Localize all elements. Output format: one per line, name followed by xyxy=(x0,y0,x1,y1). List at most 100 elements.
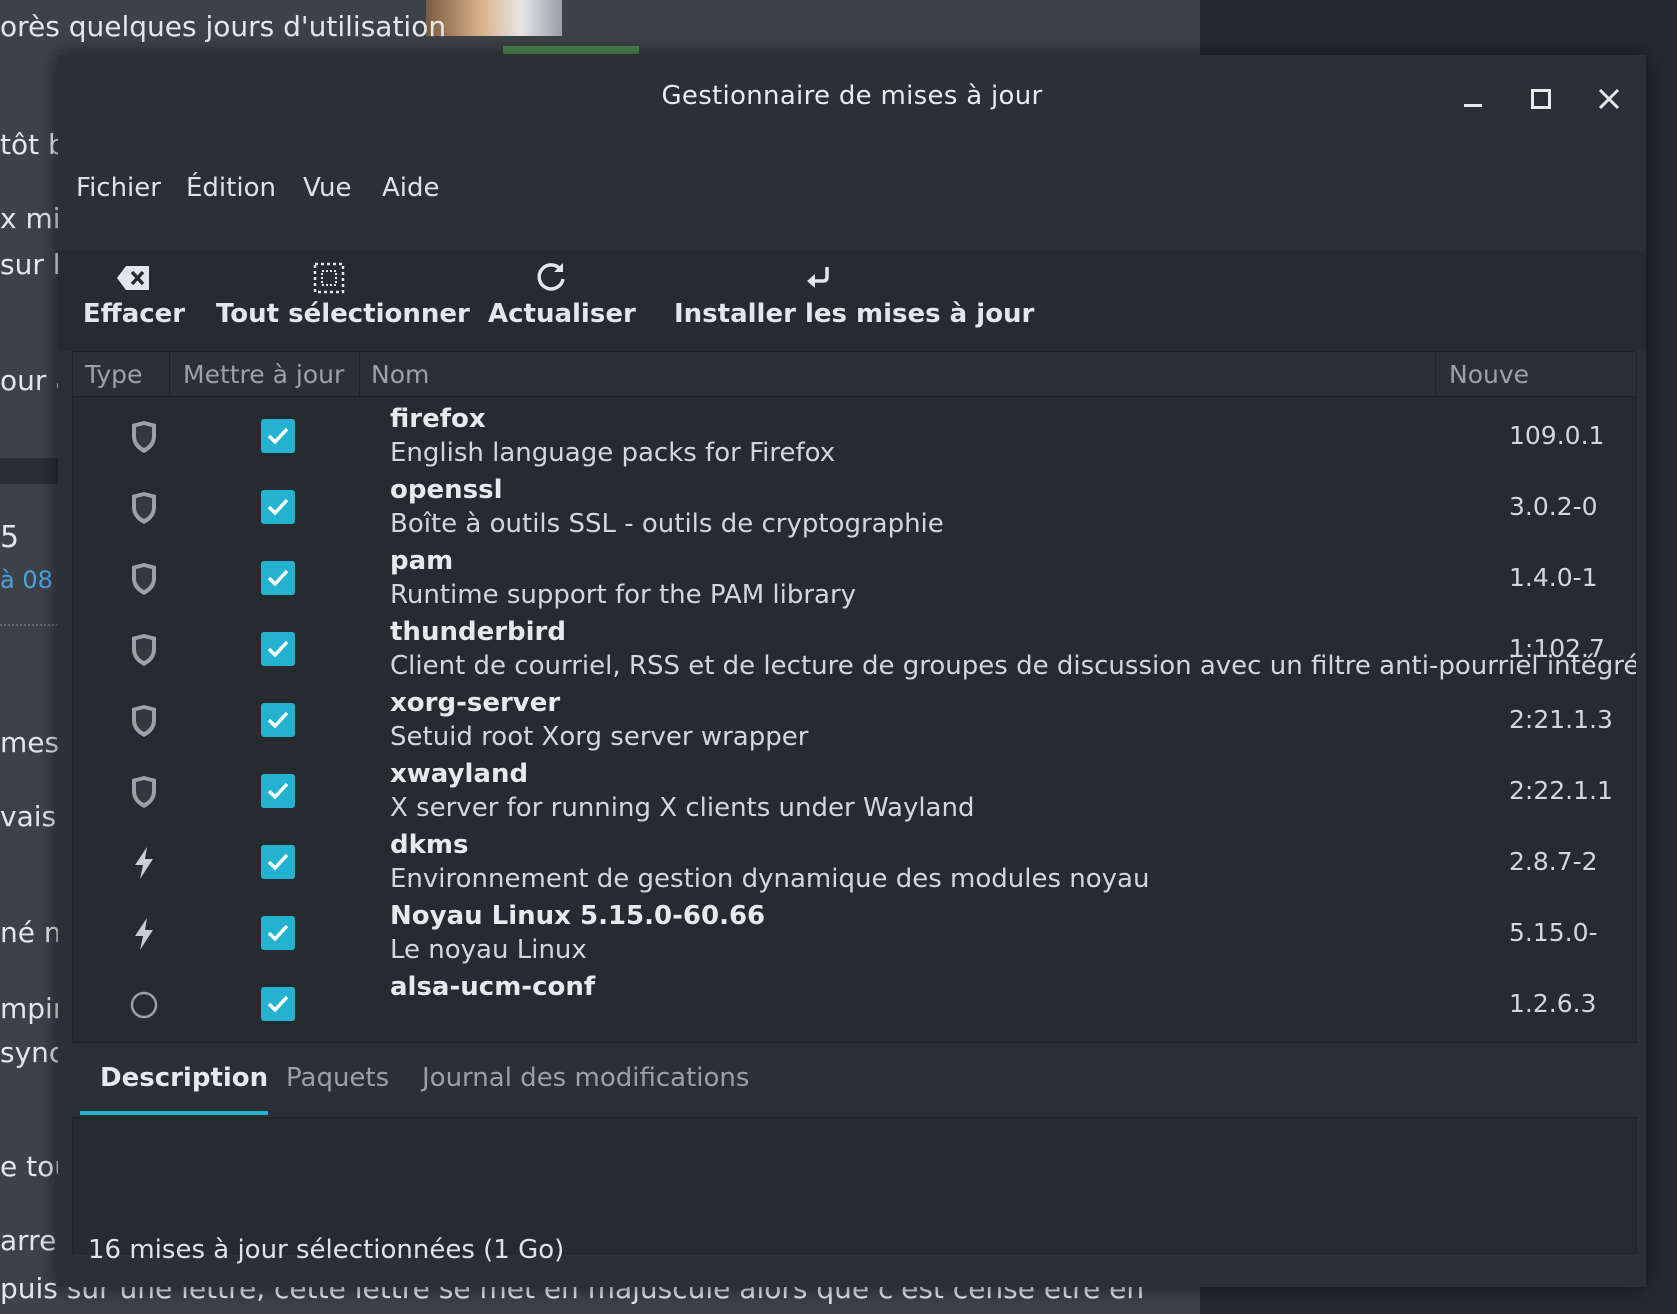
checkmark-icon xyxy=(267,853,289,871)
update-row[interactable]: pam Runtime support for the PAM library 1.… xyxy=(73,540,1636,616)
update-row[interactable]: thunderbird Client de courriel, RSS et de… xyxy=(73,611,1636,687)
update-row[interactable]: Noyau Linux 5.15.0-60.66 Le noyau Linux 5.… xyxy=(73,895,1636,971)
update-row[interactable]: firefox English language packs for Firefo… xyxy=(73,398,1636,474)
checkmark-icon xyxy=(267,640,289,658)
package-new-version: 3.0.2-0 xyxy=(1509,492,1598,521)
menu-fichier[interactable]: Fichier xyxy=(76,173,161,203)
column-update[interactable]: Mettre à jour xyxy=(183,360,344,389)
update-manager-window: Gestionnaire de mises à jour Fichier Édi… xyxy=(58,55,1646,1287)
update-row[interactable]: openssl Boîte à outils SSL - outils de cr… xyxy=(73,469,1636,545)
package-description: English language packs for Firefox xyxy=(390,438,836,468)
package-name: firefox xyxy=(390,404,486,434)
update-checkbox[interactable] xyxy=(261,987,295,1021)
background-text-line: tôt b xyxy=(0,128,66,161)
package-new-version: 109.0.1 xyxy=(1509,421,1605,450)
column-type[interactable]: Type xyxy=(85,360,142,389)
package-description: Le noyau Linux xyxy=(390,935,587,965)
background-text-line: arre xyxy=(0,1224,57,1257)
background-dotted-rule xyxy=(0,624,58,626)
shield-icon xyxy=(129,775,159,809)
checkmark-icon xyxy=(267,924,289,942)
background-date-link[interactable]: à 08 xyxy=(0,566,53,594)
tab-paquets[interactable]: Paquets xyxy=(286,1063,389,1093)
active-tab-indicator xyxy=(80,1111,268,1115)
toolbar: Effacer Tout sélectionner Actualiser Ins… xyxy=(58,251,1646,351)
checkmark-icon xyxy=(267,498,289,516)
package-new-version: 1.2.6.3 xyxy=(1509,989,1597,1018)
close-icon xyxy=(1598,88,1620,110)
close-button[interactable] xyxy=(1587,77,1631,121)
select-all-icon xyxy=(313,262,345,294)
shield-icon xyxy=(129,633,159,667)
updates-list[interactable]: Type Mettre à jour Nom Nouve firefox Engl… xyxy=(72,351,1637,1043)
update-checkbox[interactable] xyxy=(261,774,295,808)
menu-vue[interactable]: Vue xyxy=(303,173,352,203)
update-row[interactable]: xwayland X server for running X clients u… xyxy=(73,753,1636,829)
menu-aide[interactable]: Aide xyxy=(382,173,440,203)
package-description: Client de courriel, RSS et de lecture de… xyxy=(390,651,1637,681)
column-separator xyxy=(169,352,170,396)
package-new-version: 5.15.0- xyxy=(1509,918,1598,947)
update-checkbox[interactable] xyxy=(261,703,295,737)
refresh-icon xyxy=(537,263,565,291)
minimize-icon xyxy=(1464,104,1482,107)
status-text: 16 mises à jour sélectionnées (1 Go) xyxy=(88,1235,565,1265)
package-description: Runtime support for the PAM library xyxy=(390,580,857,610)
package-name: thunderbird xyxy=(390,617,566,647)
refresh-label: Actualiser xyxy=(488,299,636,329)
update-row[interactable]: xorg-server Setuid root Xorg server wrapp… xyxy=(73,682,1636,758)
package-new-version: 1:102.7 xyxy=(1509,634,1605,663)
shield-icon xyxy=(129,704,159,738)
package-name: dkms xyxy=(390,830,469,860)
background-text-line: mes xyxy=(0,726,60,759)
column-separator xyxy=(1435,352,1436,396)
column-name[interactable]: Nom xyxy=(371,360,429,389)
circle-icon xyxy=(129,988,159,1022)
background-text-line: orès quelques jours d'utilisation xyxy=(0,10,447,43)
update-checkbox[interactable] xyxy=(261,916,295,950)
menu-edition[interactable]: Édition xyxy=(186,173,276,203)
package-name: xwayland xyxy=(390,759,529,789)
backspace-icon xyxy=(117,266,149,290)
background-text-line: mpir xyxy=(0,992,65,1025)
refresh-button[interactable]: Actualiser xyxy=(488,251,636,351)
menubar: Fichier Édition Vue Aide xyxy=(58,143,1646,251)
column-new-version[interactable]: Nouve xyxy=(1449,360,1529,389)
checkmark-icon xyxy=(267,995,289,1013)
clear-button[interactable]: Effacer xyxy=(72,251,196,351)
checkmark-icon xyxy=(267,782,289,800)
column-separator xyxy=(359,352,360,396)
select-all-button[interactable]: Tout sélectionner xyxy=(216,251,470,351)
update-checkbox[interactable] xyxy=(261,490,295,524)
package-name: openssl xyxy=(390,475,503,505)
titlebar[interactable]: Gestionnaire de mises à jour xyxy=(58,55,1646,143)
maximize-button[interactable] xyxy=(1519,77,1563,121)
package-new-version: 2:22.1.1 xyxy=(1509,776,1613,805)
package-description: Environnement de gestion dynamique des m… xyxy=(390,864,1150,894)
checkmark-icon xyxy=(267,569,289,587)
tab-description[interactable]: Description xyxy=(100,1063,268,1093)
update-row[interactable]: alsa-ucm-conf 1.2.6.3 xyxy=(73,966,1636,1042)
package-name: pam xyxy=(390,546,454,576)
package-description: X server for running X clients under Way… xyxy=(390,793,975,823)
clear-label: Effacer xyxy=(82,299,186,329)
tab-journal[interactable]: Journal des modifications xyxy=(422,1063,749,1093)
package-name: alsa-ucm-conf xyxy=(390,972,596,1002)
background-text-line: sync xyxy=(0,1036,65,1069)
update-checkbox[interactable] xyxy=(261,845,295,879)
minimize-button[interactable] xyxy=(1451,77,1495,121)
install-updates-button[interactable]: Installer les mises à jour xyxy=(674,251,1035,351)
package-name: xorg-server xyxy=(390,688,561,718)
list-header: Type Mettre à jour Nom Nouve xyxy=(73,352,1636,397)
maximize-icon xyxy=(1531,89,1551,109)
package-new-version: 1.4.0-1 xyxy=(1509,563,1598,592)
install-label: Installer les mises à jour xyxy=(674,299,1035,329)
background-text-line: 5 xyxy=(0,520,20,555)
package-new-version: 2:21.1.3 xyxy=(1509,705,1613,734)
update-checkbox[interactable] xyxy=(261,632,295,666)
detail-tabs: Description Paquets Journal des modifica… xyxy=(72,1045,1635,1117)
update-checkbox[interactable] xyxy=(261,419,295,453)
update-row[interactable]: dkms Environnement de gestion dynamique d… xyxy=(73,824,1636,900)
package-description: Setuid root Xorg server wrapper xyxy=(390,722,809,752)
update-checkbox[interactable] xyxy=(261,561,295,595)
